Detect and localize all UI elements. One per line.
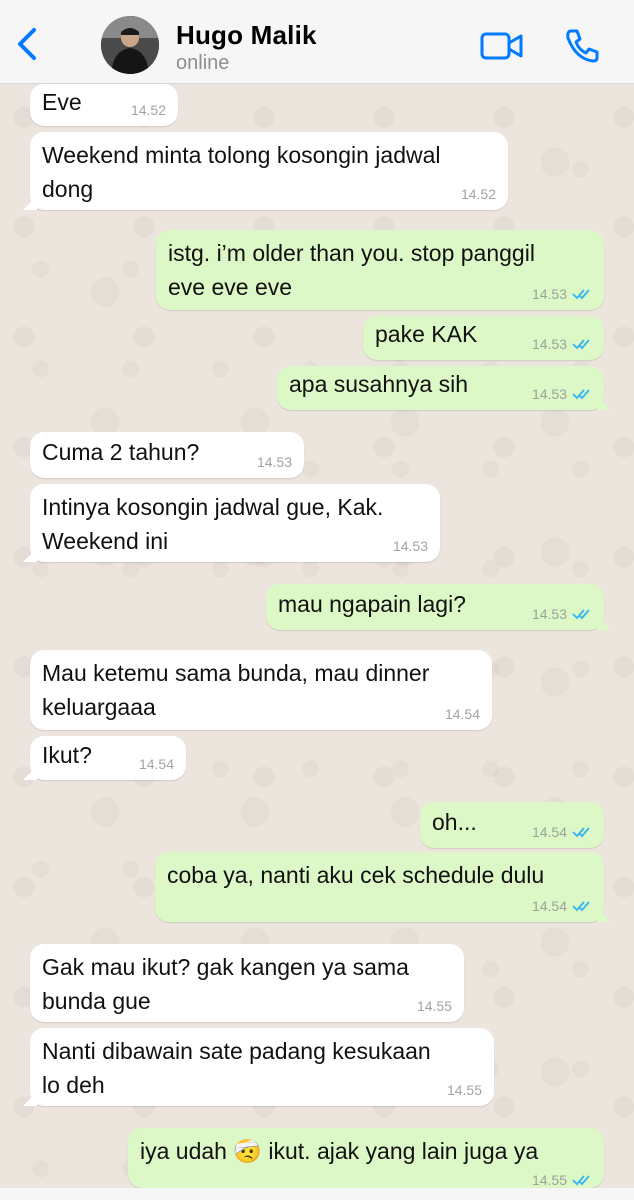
double-check-icon — [572, 827, 590, 838]
video-call-button[interactable] — [478, 26, 526, 66]
voice-call-button[interactable] — [562, 26, 602, 66]
message-text: Gak mau ikut? gak kangen ya sama bunda g… — [42, 954, 409, 1014]
double-check-icon — [572, 901, 590, 912]
message-bubble-incoming[interactable]: Nanti dibawain sate padang kesukaan lo d… — [23, 1028, 494, 1106]
message-bubble-outgoing[interactable]: mau ngapain lagi? 14.53 — [266, 584, 611, 630]
message-text: coba ya, nanti aku cek schedule dulu — [167, 862, 545, 888]
double-check-icon — [572, 339, 590, 350]
message-time: 14.54 — [531, 824, 567, 840]
message-time: 14.54 — [138, 756, 174, 772]
avatar[interactable] — [101, 16, 159, 74]
message-bubble-incoming[interactable]: Weekend minta tolong kosongin jadwal don… — [23, 132, 508, 210]
message-text: Weekend minta tolong kosongin jadwal don… — [42, 142, 441, 202]
message-bubble-incoming[interactable]: Cuma 2 tahun? 14.53 — [30, 432, 304, 478]
message-bubble-outgoing[interactable]: coba ya, nanti aku cek schedule dulu 14.… — [155, 852, 611, 922]
message-text: Mau ketemu sama bunda, mau dinner keluar… — [42, 660, 430, 720]
message-bubble-outgoing[interactable]: iya udah 🤕 ikut. ajak yang lain juga ya … — [128, 1128, 604, 1188]
chat-header: Hugo Malik online — [0, 0, 634, 84]
message-bubble-incoming[interactable]: Ikut? 14.54 — [23, 736, 186, 780]
double-check-icon — [572, 1175, 590, 1186]
message-time: 14.54 — [531, 898, 567, 914]
message-time: 14.55 — [531, 1172, 567, 1188]
avatar-photo — [101, 16, 159, 74]
message-time: 14.54 — [444, 706, 480, 722]
message-time: 14.55 — [416, 998, 452, 1014]
message-time: 14.53 — [531, 386, 567, 402]
chevron-left-icon — [18, 28, 36, 60]
message-bubble-outgoing[interactable]: istg. i’m older than you. stop panggil e… — [156, 230, 604, 310]
message-text: Intinya kosongin jadwal gue, Kak. Weeken… — [42, 494, 384, 554]
phone-icon — [566, 29, 599, 63]
double-check-icon — [572, 609, 590, 620]
message-text: istg. i’m older than you. stop panggil e… — [168, 240, 535, 300]
message-text: iya udah 🤕 ikut. ajak yang lain juga ya — [140, 1138, 539, 1164]
message-bubble-incoming[interactable]: Intinya kosongin jadwal gue, Kak. Weeken… — [23, 484, 440, 562]
message-time: 14.52 — [130, 102, 166, 118]
double-check-icon — [572, 289, 590, 300]
message-time: 14.53 — [531, 336, 567, 352]
message-bubble-incoming[interactable]: Gak mau ikut? gak kangen ya sama bunda g… — [30, 944, 464, 1022]
message-time: 14.53 — [392, 538, 428, 554]
message-bubble-outgoing[interactable]: apa susahnya sih 14.53 — [277, 366, 611, 410]
message-time: 14.53 — [531, 606, 567, 622]
contact-name[interactable]: Hugo Malik — [176, 20, 317, 51]
message-time: 14.55 — [446, 1082, 482, 1098]
message-bubble-outgoing[interactable]: oh... 14.54 — [420, 802, 604, 848]
back-button[interactable] — [10, 24, 46, 64]
message-bubble-outgoing[interactable]: pake KAK 14.53 — [363, 316, 604, 360]
message-time: 14.53 — [531, 286, 567, 302]
composer-bar[interactable] — [0, 1188, 634, 1200]
message-bubble-incoming[interactable]: Mau ketemu sama bunda, mau dinner keluar… — [30, 650, 492, 730]
message-bubble-incoming[interactable]: Eve 14.52 — [30, 84, 178, 126]
message-text: Cuma 2 tahun? — [42, 439, 200, 465]
message-time: 14.52 — [460, 186, 496, 202]
video-call-icon — [480, 32, 523, 60]
message-time: 14.53 — [256, 454, 292, 470]
message-text: Nanti dibawain sate padang kesukaan lo d… — [42, 1038, 431, 1098]
double-check-icon — [572, 389, 590, 400]
contact-status: online — [176, 52, 230, 74]
